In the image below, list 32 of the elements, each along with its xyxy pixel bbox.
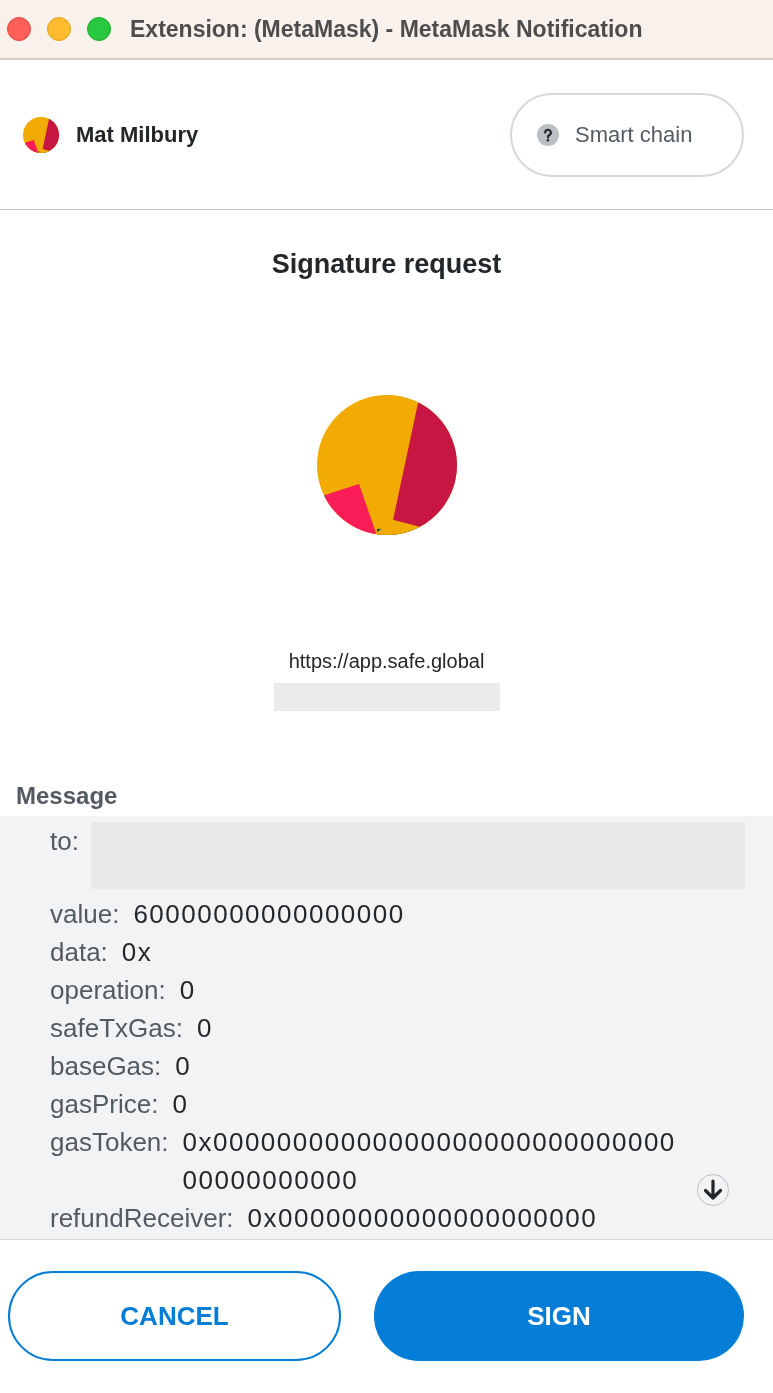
field-label: value: [50,898,120,931]
sign-button[interactable]: SIGN [374,1271,744,1361]
message-heading: Message [16,781,118,811]
field-label: to: [50,825,79,858]
field-label: safeTxGas: [50,1012,183,1045]
field-label: gasPrice: [50,1088,159,1121]
field-value: 0 [172,1088,189,1121]
field-value: 0x [121,936,153,969]
field-label: operation: [50,974,166,1007]
request-title: Signature request [271,248,502,280]
field-value: 0 [179,974,196,1007]
maximize-window-icon[interactable] [87,17,111,41]
origin-url: https://app.safe.global [288,649,485,674]
help-icon [537,123,559,146]
cancel-button[interactable]: CANCEL [8,1271,341,1361]
account-name: Mat Milbury [76,121,199,149]
account-identicon-icon [23,116,59,153]
field-value: 60000000000000000 [133,898,405,931]
scroll-down-button[interactable] [697,1174,729,1206]
close-window-icon[interactable] [7,17,31,41]
field-value: 0 [175,1050,192,1083]
field-value: 0x00000000000000000000 [247,1202,598,1235]
minimize-window-icon[interactable] [47,17,71,41]
field-value: 0x0000000000000000000000000000000000000000 [182,1126,677,1197]
field-label: gasToken: [50,1126,169,1159]
field-label: data: [50,936,108,969]
field-value: 0 [196,1012,213,1045]
network-button[interactable]: Smart chain [510,92,744,177]
arrow-down-icon [702,1179,724,1201]
field-label: baseGas: [50,1050,162,1083]
field-label: refundReceiver: [50,1202,234,1235]
window-title: Extension: (MetaMask) - MetaMask Notification [130,14,643,44]
